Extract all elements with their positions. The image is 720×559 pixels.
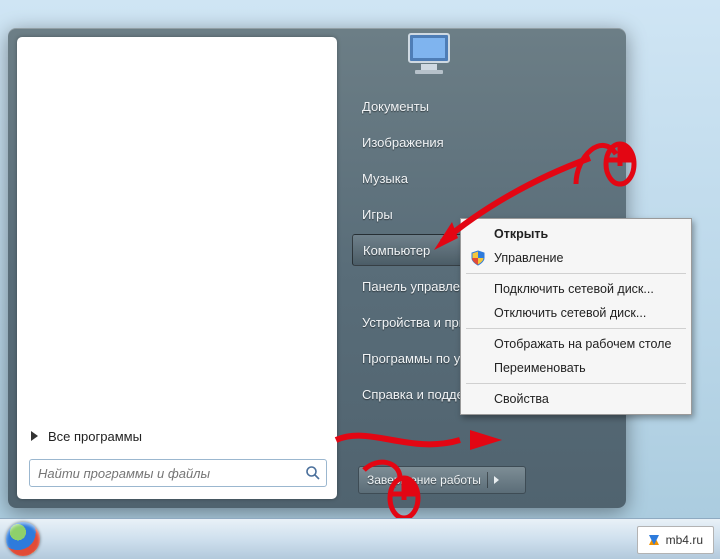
start-right-item-0[interactable]: Документы (348, 88, 618, 124)
search-icon (300, 465, 326, 481)
user-avatar-frame (396, 26, 466, 86)
context-menu-item-label: Отключить сетевой диск... (494, 306, 646, 320)
start-orb-button[interactable] (6, 522, 40, 556)
context-menu-item-label: Переименовать (494, 361, 586, 375)
context-menu-separator (466, 383, 686, 384)
search-box[interactable] (29, 459, 327, 487)
start-menu-left-pane: Все программы (17, 37, 337, 499)
tray-watermark: mb4.ru (637, 526, 714, 554)
start-right-item-label: Компьютер (363, 243, 430, 258)
chevron-right-icon (494, 476, 499, 484)
desktop: Все программы Документы Изображения Музыка… (0, 0, 720, 559)
computer-monitor-icon (403, 32, 459, 80)
context-menu-item-9[interactable]: Свойства (464, 387, 688, 411)
link-icon (648, 534, 660, 546)
taskbar: mb4.ru (0, 518, 720, 559)
split-divider (487, 472, 488, 488)
context-menu-item-1[interactable]: Управление (464, 246, 688, 270)
context-menu-item-7[interactable]: Переименовать (464, 356, 688, 380)
context-menu-item-4[interactable]: Отключить сетевой диск... (464, 301, 688, 325)
all-programs-button[interactable]: Все программы (31, 423, 323, 449)
context-menu-item-0[interactable]: Открыть (464, 222, 688, 246)
triangle-right-icon (31, 431, 38, 441)
context-menu-separator (466, 273, 686, 274)
context-menu-separator (466, 328, 686, 329)
start-right-item-label: Изображения (362, 135, 444, 150)
context-menu-item-3[interactable]: Подключить сетевой диск... (464, 277, 688, 301)
start-right-item-label: Музыка (362, 171, 408, 186)
mouse-hint-icon-right-click-1 (572, 126, 638, 199)
context-menu: Открыть Управление Подключить сетевой диск… (460, 218, 692, 415)
start-right-item-label: Игры (362, 207, 393, 222)
context-menu-item-label: Подключить сетевой диск... (494, 282, 654, 296)
context-menu-item-label: Отображать на рабочем столе (494, 337, 671, 351)
search-input[interactable] (30, 466, 300, 481)
context-menu-item-label: Открыть (494, 227, 548, 241)
context-menu-item-label: Управление (494, 251, 564, 265)
context-menu-item-label: Свойства (494, 392, 549, 406)
start-right-item-label: Документы (362, 99, 429, 114)
shield-icon (470, 250, 486, 266)
all-programs-label: Все программы (48, 429, 142, 444)
context-menu-item-6[interactable]: Отображать на рабочем столе (464, 332, 688, 356)
tray-label: mb4.ru (666, 533, 703, 547)
